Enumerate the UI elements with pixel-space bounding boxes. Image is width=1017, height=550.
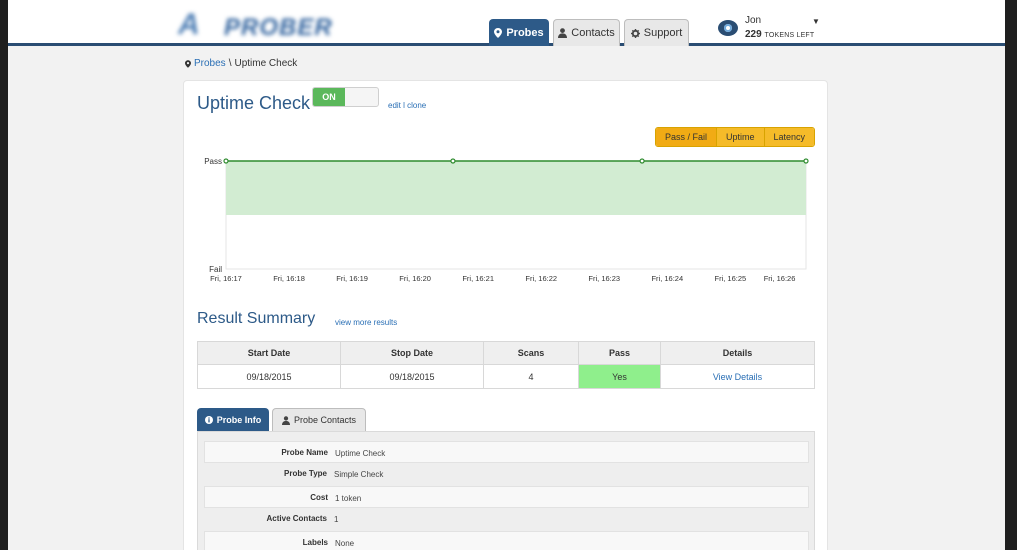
- gear-icon: [630, 28, 640, 38]
- cell-stop-date: 09/18/2015: [340, 364, 484, 389]
- logo-wordmark: PROBER: [224, 14, 333, 41]
- nav-tab-label: Support: [643, 27, 683, 39]
- user-menu[interactable]: Jon ▼ 229 TOKENS LEFT: [718, 14, 828, 44]
- info-value: None: [335, 539, 355, 548]
- tokens-left: 229 TOKENS LEFT: [745, 29, 814, 40]
- nav-tab-label: Probes: [506, 26, 544, 39]
- info-row-labels: Labels None: [204, 531, 809, 550]
- tab-probe-contacts[interactable]: Probe Contacts: [272, 408, 366, 431]
- chart-mode-pass-fail-button[interactable]: Pass / Fail: [656, 128, 717, 146]
- cell-pass: Yes: [578, 364, 661, 389]
- toggle-on-label: ON: [313, 88, 345, 106]
- chart-mode-uptime-button[interactable]: Uptime: [716, 128, 764, 146]
- map-pin-icon: [494, 27, 503, 38]
- app-window: A PROBER Probes Contacts Support Jon ▼ 2…: [8, 0, 1005, 550]
- info-key: Probe Name: [281, 448, 328, 457]
- info-key: Cost: [310, 493, 328, 502]
- x-tick-label: Fri, 16:20: [399, 274, 431, 283]
- x-tick-label: Fri, 16:22: [525, 274, 557, 283]
- user-icon: [281, 415, 290, 425]
- x-tick-label: Fri, 16:18: [273, 274, 305, 283]
- user-icon: [558, 28, 568, 38]
- table-header-row: Start Date Stop Date Scans Pass Details: [197, 341, 815, 365]
- info-value: 1: [334, 515, 339, 524]
- results-table: Start Date Stop Date Scans Pass Details …: [197, 341, 815, 389]
- chart-mode-selector: Pass / Fail Uptime Latency: [655, 127, 816, 147]
- breadcrumb-link-probes[interactable]: Probes: [194, 58, 226, 69]
- data-point: [450, 158, 456, 164]
- user-name: Jon: [745, 15, 762, 26]
- column-header-scans: Scans: [483, 341, 579, 365]
- x-tick-label: Fri, 16:17: [210, 274, 242, 283]
- info-row-active-contacts: Active Contacts 1: [204, 508, 809, 530]
- data-point: [639, 158, 645, 164]
- data-point: [223, 158, 229, 164]
- info-value: Simple Check: [334, 470, 384, 479]
- tokens-count: 229: [745, 29, 762, 40]
- probe-status-toggle[interactable]: ON: [312, 87, 379, 107]
- table-row: 09/18/2015 09/18/2015 4 Yes View Details: [197, 364, 815, 389]
- tokens-label: TOKENS LEFT: [764, 32, 815, 39]
- avatar: [718, 20, 738, 36]
- x-tick-label: Fri, 16:24: [651, 274, 683, 283]
- info-row-probe-name: Probe Name Uptime Check: [204, 441, 809, 463]
- column-header-start-date: Start Date: [197, 341, 341, 365]
- x-tick-label: Fri, 16:25: [715, 274, 747, 283]
- page-title: Uptime Check: [197, 93, 311, 113]
- top-navigation-bar: A PROBER Probes Contacts Support Jon ▼ 2…: [8, 0, 1005, 46]
- tab-label: Probe Contacts: [293, 415, 357, 425]
- y-tick-label: Fail: [209, 265, 222, 274]
- result-summary-title: Result Summary: [197, 310, 316, 327]
- info-key: Probe Type: [284, 469, 327, 478]
- pass-area-fill: [226, 161, 806, 215]
- column-header-details: Details: [660, 341, 815, 365]
- x-tick-label: Fri, 16:19: [336, 274, 368, 283]
- info-value: 1 token: [335, 494, 362, 503]
- column-header-pass: Pass: [578, 341, 661, 365]
- x-tick-label: Fri, 16:26: [764, 274, 796, 283]
- chevron-down-icon[interactable]: ▼: [812, 17, 820, 26]
- data-point: [803, 158, 809, 164]
- view-more-results-link[interactable]: view more results: [335, 318, 397, 327]
- x-tick-label: Fri, 16:21: [462, 274, 494, 283]
- tab-probe-info[interactable]: Probe Info: [197, 408, 269, 431]
- info-icon: [204, 415, 213, 424]
- logo[interactable]: A PROBER: [178, 6, 338, 41]
- cell-scans: 4: [483, 364, 579, 389]
- cell-details: View Details: [660, 364, 815, 389]
- nav-tab-support[interactable]: Support: [624, 19, 689, 46]
- breadcrumb-separator: \: [228, 58, 232, 69]
- probe-info-panel: Probe Name Uptime Check Probe Type Simpl…: [197, 431, 815, 550]
- breadcrumb: Probes \ Uptime Check: [185, 58, 297, 69]
- info-row-cost: Cost 1 token: [204, 486, 809, 508]
- info-row-probe-type: Probe Type Simple Check: [204, 463, 809, 485]
- probe-detail-card: Uptime Check ON edit l clone Pass / Fail…: [183, 80, 828, 550]
- info-value: Uptime Check: [335, 449, 386, 458]
- nav-tab-probes[interactable]: Probes: [489, 19, 549, 46]
- map-pin-icon: [185, 59, 191, 68]
- tab-label: Probe Info: [216, 414, 262, 425]
- nav-tab-contacts[interactable]: Contacts: [553, 19, 620, 46]
- edit-clone-link[interactable]: edit l clone: [388, 101, 426, 110]
- view-details-link[interactable]: View Details: [713, 372, 762, 382]
- pass-fail-chart: Fail Pass Fri, 16:17 Fri, 16:18 Fri, 16:19 Fr…: [204, 157, 809, 283]
- y-tick-label: Pass: [204, 157, 222, 166]
- breadcrumb-current: Uptime Check: [234, 58, 298, 69]
- logo-mark: A: [178, 8, 200, 41]
- nav-tab-label: Contacts: [571, 27, 615, 39]
- cell-start-date: 09/18/2015: [197, 364, 341, 389]
- x-tick-label: Fri, 16:23: [588, 274, 620, 283]
- info-key: Labels: [302, 538, 328, 547]
- info-key: Active Contacts: [266, 514, 327, 523]
- column-header-stop-date: Stop Date: [340, 341, 484, 365]
- chart-mode-latency-button[interactable]: Latency: [763, 128, 815, 146]
